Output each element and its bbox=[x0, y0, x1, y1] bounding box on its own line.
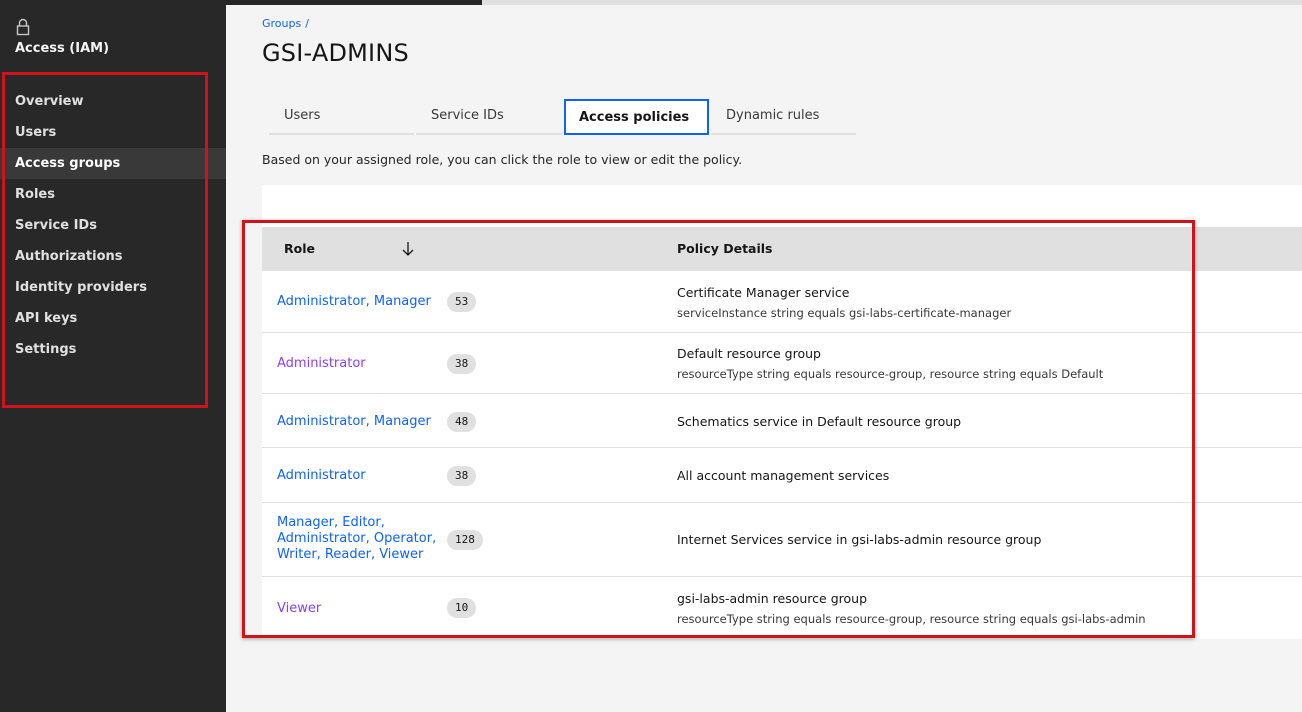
sidebar-title: Access (IAM) bbox=[15, 41, 110, 56]
column-header-policy-details: Policy Details bbox=[677, 241, 773, 256]
role-link[interactable]: Administrator, Manager bbox=[277, 414, 431, 430]
sidebar-item-service-ids[interactable]: Service IDs bbox=[0, 210, 226, 241]
tab-users[interactable]: Users bbox=[269, 99, 414, 135]
policy-detail-title: Certificate Manager service bbox=[677, 285, 850, 300]
role-link[interactable]: Administrator bbox=[277, 356, 366, 372]
policy-count-badge: 38 bbox=[447, 466, 477, 486]
policy-count-badge: 48 bbox=[447, 412, 477, 432]
sidebar-item-identity-providers[interactable]: Identity providers bbox=[0, 272, 226, 303]
policy-detail-title: Internet Services service in gsi-labs-ad… bbox=[677, 532, 1042, 547]
column-header-role[interactable]: Role bbox=[284, 227, 315, 271]
policy-detail-condition: serviceInstance string equals gsi-labs-c… bbox=[677, 306, 1012, 320]
role-link[interactable]: Viewer bbox=[277, 601, 321, 617]
policy-count-badge: 38 bbox=[447, 354, 477, 374]
breadcrumb-separator: / bbox=[305, 17, 309, 30]
sidebar-item-roles[interactable]: Roles bbox=[0, 179, 226, 210]
arrow-down-icon[interactable] bbox=[401, 241, 415, 257]
main-content: Groups / GSI-ADMINS Users Service IDs Acc… bbox=[226, 5, 1302, 712]
policy-count-badge: 53 bbox=[447, 292, 477, 312]
sidebar: Access (IAM) Overview Users Access group… bbox=[0, 0, 226, 712]
sidebar-item-access-groups[interactable]: Access groups bbox=[0, 148, 226, 179]
sidebar-nav: Overview Users Access groups Roles Servi… bbox=[0, 86, 226, 365]
table-row: Viewer 10 gsi-labs-admin resource group … bbox=[262, 577, 1302, 639]
tab-dynamic-rules[interactable]: Dynamic rules bbox=[711, 99, 856, 135]
role-link[interactable]: Manager, Editor, Administrator, Operator… bbox=[277, 515, 436, 563]
role-line: Administrator, Operator, bbox=[277, 531, 437, 546]
policy-count-badge: 10 bbox=[447, 598, 477, 618]
policy-detail-condition: resourceType string equals resource-grou… bbox=[677, 367, 1104, 381]
table-header: Role Policy Details bbox=[262, 227, 1302, 271]
table-row: Administrator, Manager 48 Schematics ser… bbox=[262, 394, 1302, 448]
policy-count-badge: 128 bbox=[447, 530, 483, 550]
role-line: Manager, Editor, bbox=[277, 515, 385, 530]
policy-detail-title: gsi-labs-admin resource group bbox=[677, 591, 868, 606]
intro-text: Based on your assigned role, you can cli… bbox=[262, 152, 743, 167]
role-link[interactable]: Administrator, Manager bbox=[277, 294, 431, 310]
policy-detail-title: Schematics service in Default resource g… bbox=[677, 414, 962, 429]
policies-table: Role Policy Details Administrator, Manag… bbox=[262, 185, 1302, 639]
sidebar-item-settings[interactable]: Settings bbox=[0, 334, 226, 365]
tab-service-ids[interactable]: Service IDs bbox=[416, 99, 562, 135]
sidebar-item-api-keys[interactable]: API keys bbox=[0, 303, 226, 334]
sidebar-item-overview[interactable]: Overview bbox=[0, 86, 226, 117]
table-row: Manager, Editor, Administrator, Operator… bbox=[262, 503, 1302, 577]
table-row: Administrator, Manager 53 Certificate Ma… bbox=[262, 271, 1302, 333]
policy-detail-condition: resourceType string equals resource-grou… bbox=[677, 612, 1146, 626]
role-line: Writer, Reader, Viewer bbox=[277, 547, 424, 562]
breadcrumb-link-groups[interactable]: Groups bbox=[262, 17, 301, 30]
policy-detail-title: All account management services bbox=[677, 468, 890, 483]
lock-icon bbox=[16, 18, 30, 36]
policy-detail-title: Default resource group bbox=[677, 346, 821, 361]
sidebar-item-users[interactable]: Users bbox=[0, 117, 226, 148]
sidebar-item-authorizations[interactable]: Authorizations bbox=[0, 241, 226, 272]
table-row: Administrator 38 All account management … bbox=[262, 448, 1302, 503]
table-row: Administrator 38 Default resource group … bbox=[262, 333, 1302, 394]
tab-access-policies[interactable]: Access policies bbox=[564, 99, 709, 135]
role-link[interactable]: Administrator bbox=[277, 468, 366, 484]
page-title: GSI-ADMINS bbox=[262, 39, 409, 67]
breadcrumb: Groups / bbox=[262, 17, 309, 30]
